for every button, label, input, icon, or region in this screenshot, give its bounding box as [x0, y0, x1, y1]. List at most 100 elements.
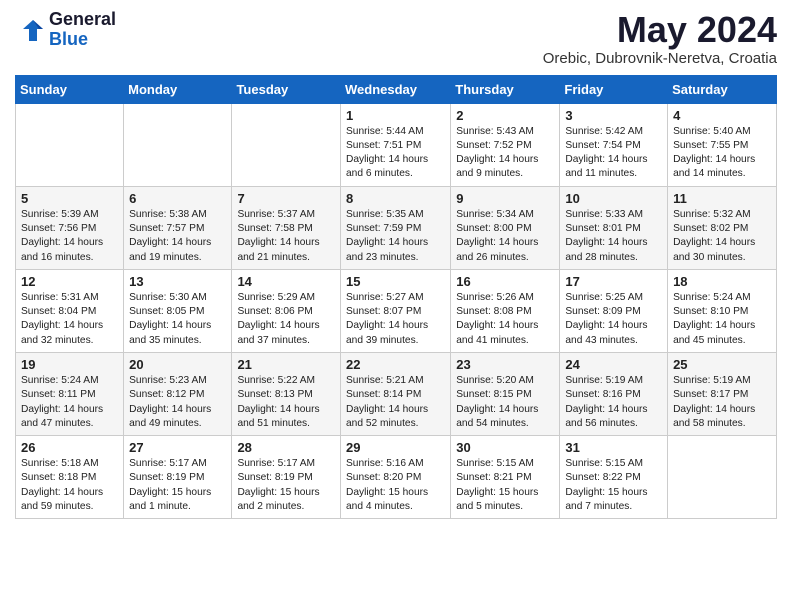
day-info: Sunrise: 5:29 AM Sunset: 8:06 PM Dayligh… [237, 291, 335, 348]
calendar-cell: 14 Sunrise: 5:29 AM Sunset: 8:06 PM Dayli… [232, 269, 341, 352]
calendar-week-0: 1 Sunrise: 5:44 AM Sunset: 7:51 PM Daylig… [16, 103, 777, 186]
day-number: 29 [346, 440, 445, 455]
day-info: Sunrise: 5:23 AM Sunset: 8:12 PM Dayligh… [129, 374, 226, 431]
day-number: 18 [673, 274, 771, 289]
month-title: May 2024 [543, 10, 777, 50]
calendar-cell: 2 Sunrise: 5:43 AM Sunset: 7:52 PM Daylig… [451, 103, 560, 186]
calendar-week-4: 26 Sunrise: 5:18 AM Sunset: 8:18 PM Dayli… [16, 436, 777, 519]
logo: General Blue [15, 10, 116, 50]
day-number: 25 [673, 357, 771, 372]
header-tuesday: Tuesday [232, 75, 341, 103]
day-number: 13 [129, 274, 226, 289]
day-number: 16 [456, 274, 554, 289]
calendar-cell: 26 Sunrise: 5:18 AM Sunset: 8:18 PM Dayli… [16, 436, 124, 519]
calendar-cell: 12 Sunrise: 5:31 AM Sunset: 8:04 PM Dayli… [16, 269, 124, 352]
calendar-cell: 11Sunrise: 5:32 AM Sunset: 8:02 PM Dayli… [668, 186, 777, 269]
calendar-cell: 24 Sunrise: 5:19 AM Sunset: 8:16 PM Dayli… [560, 352, 668, 435]
calendar-cell: 19 Sunrise: 5:24 AM Sunset: 8:11 PM Dayli… [16, 352, 124, 435]
calendar-cell: 25 Sunrise: 5:19 AM Sunset: 8:17 PM Dayli… [668, 352, 777, 435]
day-number: 8 [346, 191, 445, 206]
day-number: 15 [346, 274, 445, 289]
calendar-cell: 29 Sunrise: 5:16 AM Sunset: 8:20 PM Dayli… [341, 436, 451, 519]
calendar-cell: 22 Sunrise: 5:21 AM Sunset: 8:14 PM Dayli… [341, 352, 451, 435]
calendar-cell: 9 Sunrise: 5:34 AM Sunset: 8:00 PM Daylig… [451, 186, 560, 269]
calendar-cell: 31Sunrise: 5:15 AM Sunset: 8:22 PM Dayli… [560, 436, 668, 519]
calendar-cell: 16 Sunrise: 5:26 AM Sunset: 8:08 PM Dayli… [451, 269, 560, 352]
calendar-cell [668, 436, 777, 519]
day-info: Sunrise: 5:44 AM Sunset: 7:51 PM Dayligh… [346, 125, 445, 182]
day-number: 11 [673, 191, 771, 206]
day-number: 2 [456, 108, 554, 123]
day-number: 21 [237, 357, 335, 372]
day-number: 20 [129, 357, 226, 372]
day-info: Sunrise: 5:35 AM Sunset: 7:59 PM Dayligh… [346, 208, 445, 265]
header-wednesday: Wednesday [341, 75, 451, 103]
calendar-cell: 30Sunrise: 5:15 AM Sunset: 8:21 PM Dayli… [451, 436, 560, 519]
calendar-cell: 23Sunrise: 5:20 AM Sunset: 8:15 PM Dayli… [451, 352, 560, 435]
day-info: Sunrise: 5:37 AM Sunset: 7:58 PM Dayligh… [237, 208, 335, 265]
location-title: Orebic, Dubrovnik-Neretva, Croatia [543, 50, 777, 67]
day-number: 22 [346, 357, 445, 372]
calendar-table: SundayMondayTuesdayWednesdayThursdayFrid… [15, 75, 777, 520]
calendar-cell: 5 Sunrise: 5:39 AM Sunset: 7:56 PM Daylig… [16, 186, 124, 269]
header-sunday: Sunday [16, 75, 124, 103]
day-info: Sunrise: 5:34 AM Sunset: 8:00 PM Dayligh… [456, 208, 554, 265]
day-number: 24 [565, 357, 662, 372]
day-number: 6 [129, 191, 226, 206]
day-info: Sunrise: 5:19 AM Sunset: 8:17 PM Dayligh… [673, 374, 771, 431]
day-number: 28 [237, 440, 335, 455]
calendar-cell: 17Sunrise: 5:25 AM Sunset: 8:09 PM Dayli… [560, 269, 668, 352]
title-area: May 2024 Orebic, Dubrovnik-Neretva, Croa… [543, 10, 777, 67]
day-info: Sunrise: 5:27 AM Sunset: 8:07 PM Dayligh… [346, 291, 445, 348]
day-info: Sunrise: 5:26 AM Sunset: 8:08 PM Dayligh… [456, 291, 554, 348]
day-number: 26 [21, 440, 118, 455]
day-info: Sunrise: 5:24 AM Sunset: 8:10 PM Dayligh… [673, 291, 771, 348]
calendar-cell [124, 103, 232, 186]
day-number: 9 [456, 191, 554, 206]
day-number: 12 [21, 274, 118, 289]
logo-icon [15, 15, 45, 45]
day-info: Sunrise: 5:39 AM Sunset: 7:56 PM Dayligh… [21, 208, 118, 265]
header-saturday: Saturday [668, 75, 777, 103]
logo-blue: Blue [49, 30, 116, 50]
header-thursday: Thursday [451, 75, 560, 103]
day-number: 14 [237, 274, 335, 289]
calendar-cell: 13Sunrise: 5:30 AM Sunset: 8:05 PM Dayli… [124, 269, 232, 352]
day-info: Sunrise: 5:17 AM Sunset: 8:19 PM Dayligh… [237, 457, 335, 514]
day-info: Sunrise: 5:31 AM Sunset: 8:04 PM Dayligh… [21, 291, 118, 348]
day-info: Sunrise: 5:15 AM Sunset: 8:22 PM Dayligh… [565, 457, 662, 514]
calendar-cell: 27Sunrise: 5:17 AM Sunset: 8:19 PM Dayli… [124, 436, 232, 519]
day-number: 3 [565, 108, 662, 123]
day-info: Sunrise: 5:21 AM Sunset: 8:14 PM Dayligh… [346, 374, 445, 431]
day-number: 7 [237, 191, 335, 206]
calendar-cell: 10Sunrise: 5:33 AM Sunset: 8:01 PM Dayli… [560, 186, 668, 269]
calendar-cell: 1 Sunrise: 5:44 AM Sunset: 7:51 PM Daylig… [341, 103, 451, 186]
day-number: 1 [346, 108, 445, 123]
calendar-cell: 3 Sunrise: 5:42 AM Sunset: 7:54 PM Daylig… [560, 103, 668, 186]
calendar-cell: 15 Sunrise: 5:27 AM Sunset: 8:07 PM Dayli… [341, 269, 451, 352]
day-info: Sunrise: 5:38 AM Sunset: 7:57 PM Dayligh… [129, 208, 226, 265]
day-info: Sunrise: 5:20 AM Sunset: 8:15 PM Dayligh… [456, 374, 554, 431]
calendar-cell: 6 Sunrise: 5:38 AM Sunset: 7:57 PM Daylig… [124, 186, 232, 269]
calendar-week-2: 12 Sunrise: 5:31 AM Sunset: 8:04 PM Dayli… [16, 269, 777, 352]
calendar-cell [16, 103, 124, 186]
day-number: 5 [21, 191, 118, 206]
day-info: Sunrise: 5:43 AM Sunset: 7:52 PM Dayligh… [456, 125, 554, 182]
day-info: Sunrise: 5:42 AM Sunset: 7:54 PM Dayligh… [565, 125, 662, 182]
day-info: Sunrise: 5:18 AM Sunset: 8:18 PM Dayligh… [21, 457, 118, 514]
calendar-header-row: SundayMondayTuesdayWednesdayThursdayFrid… [16, 75, 777, 103]
calendar-cell: 4Sunrise: 5:40 AM Sunset: 7:55 PM Daylig… [668, 103, 777, 186]
logo-text: General Blue [49, 10, 116, 50]
day-info: Sunrise: 5:24 AM Sunset: 8:11 PM Dayligh… [21, 374, 118, 431]
day-info: Sunrise: 5:25 AM Sunset: 8:09 PM Dayligh… [565, 291, 662, 348]
header-friday: Friday [560, 75, 668, 103]
day-info: Sunrise: 5:33 AM Sunset: 8:01 PM Dayligh… [565, 208, 662, 265]
day-number: 19 [21, 357, 118, 372]
calendar-body: 1 Sunrise: 5:44 AM Sunset: 7:51 PM Daylig… [16, 103, 777, 519]
calendar-cell [232, 103, 341, 186]
calendar-week-3: 19 Sunrise: 5:24 AM Sunset: 8:11 PM Dayli… [16, 352, 777, 435]
day-info: Sunrise: 5:16 AM Sunset: 8:20 PM Dayligh… [346, 457, 445, 514]
day-info: Sunrise: 5:19 AM Sunset: 8:16 PM Dayligh… [565, 374, 662, 431]
calendar-cell: 8 Sunrise: 5:35 AM Sunset: 7:59 PM Daylig… [341, 186, 451, 269]
day-info: Sunrise: 5:22 AM Sunset: 8:13 PM Dayligh… [237, 374, 335, 431]
